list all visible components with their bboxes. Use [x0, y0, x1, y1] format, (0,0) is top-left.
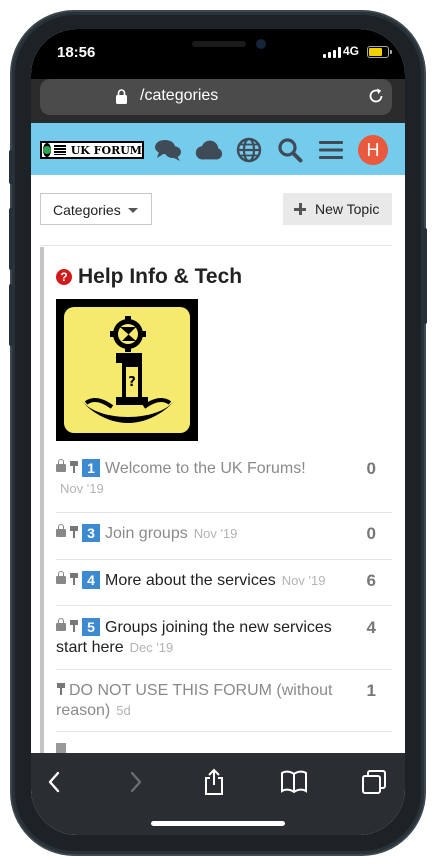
signal-icon — [323, 47, 341, 58]
next-topic-pin-icon — [56, 743, 66, 753]
topic-reply-count: 4 — [366, 618, 376, 637]
topic-date: Nov '19 — [193, 526, 238, 541]
topic-number-badge: 1 — [82, 458, 100, 477]
search-icon[interactable] — [275, 135, 305, 165]
category-logo-image: ? — [56, 299, 198, 441]
pin-icon — [69, 460, 79, 473]
categories-dropdown-label: Categories — [53, 202, 121, 218]
cloud-icon[interactable] — [193, 135, 223, 165]
category-color-bar — [40, 247, 44, 753]
topic-title-line: 4 More about the services Nov '19 — [56, 570, 392, 591]
topic-number-badge: 4 — [82, 570, 100, 589]
hamburger-menu-icon[interactable] — [316, 135, 346, 165]
lock-icon — [56, 617, 66, 631]
row-divider — [56, 559, 392, 560]
url-text: /categories — [140, 87, 219, 104]
share-icon[interactable] — [199, 767, 229, 797]
pin-icon — [69, 619, 79, 632]
topic-row-5[interactable]: 5 Groups joining the new services start h… — [56, 617, 392, 658]
user-avatar[interactable]: H — [358, 135, 388, 165]
topic-row-1[interactable]: 1 Welcome to the UK Forums! Nov '19 0 — [56, 458, 392, 496]
topic-row-3[interactable]: 3 Join groups Nov '19 0 — [56, 523, 392, 544]
topic-title[interactable]: More about the services — [105, 572, 276, 589]
topic-date: Dec '19 — [129, 640, 174, 655]
category-title: Help Info & Tech — [78, 265, 243, 288]
topic-reply-count: 0 — [366, 459, 376, 478]
category-heading[interactable]: ? Help Info & Tech — [56, 265, 242, 289]
topic-reply-count: 6 — [366, 571, 376, 590]
address-bar[interactable]: /categories — [40, 79, 392, 115]
pin-icon — [69, 572, 79, 585]
screen: 18:56 4G /categories UK FORUM H Categori… — [31, 29, 405, 835]
clock: 18:56 — [57, 44, 96, 61]
forward-icon[interactable] — [121, 767, 151, 797]
lock-icon — [56, 570, 66, 584]
topic-reply-count: 1 — [366, 681, 376, 700]
row-divider — [56, 512, 392, 513]
category-page: Categories New Topic ? Help Info & Tech — [31, 175, 405, 753]
topic-title-line: 3 Join groups Nov '19 — [56, 523, 392, 544]
status-bar: 18:56 4G — [31, 29, 405, 79]
svg-text:?: ? — [128, 375, 136, 390]
topic-date: 5d — [116, 703, 131, 718]
power-button — [423, 228, 427, 324]
question-circle-icon: ? — [56, 269, 72, 285]
topic-title[interactable]: Welcome to the UK Forums! — [105, 460, 306, 477]
topic-title-line: 5 Groups joining the new services start h… — [56, 617, 356, 658]
lock-icon — [56, 523, 66, 537]
network-type: 4G — [343, 44, 360, 58]
forum-header: UK FORUM H — [31, 123, 405, 175]
topic-date: Nov '19 — [60, 481, 104, 496]
categories-dropdown[interactable]: Categories — [40, 193, 152, 225]
topic-number-badge: 5 — [82, 617, 100, 636]
topic-number-badge: 3 — [82, 523, 100, 542]
notch — [118, 29, 318, 61]
topic-row-4[interactable]: 4 More about the services Nov '19 6 — [56, 570, 392, 591]
topic-row-dnu[interactable]: DO NOT USE THIS FORUM (without reason) 5d… — [56, 681, 392, 721]
browser-toolbar — [31, 753, 405, 835]
silent-switch — [9, 150, 13, 184]
row-divider — [56, 605, 392, 606]
new-topic-button[interactable]: New Topic — [283, 193, 392, 225]
lock-icon — [116, 89, 127, 104]
logo-text: UK FORUM — [70, 143, 142, 157]
volume-down-button — [9, 284, 13, 346]
topic-title[interactable]: DO NOT USE THIS FORUM (without reason) — [56, 682, 332, 719]
lock-icon — [56, 458, 66, 472]
tabs-icon[interactable] — [359, 767, 389, 797]
row-divider — [56, 731, 392, 732]
browser-chrome: /categories — [31, 79, 405, 123]
battery-icon — [367, 46, 392, 58]
new-topic-label: New Topic — [315, 201, 380, 217]
home-indicator — [151, 821, 285, 826]
globe-icon[interactable] — [234, 135, 264, 165]
row-divider — [56, 669, 392, 670]
divider — [40, 245, 392, 246]
bookmarks-icon[interactable] — [279, 767, 309, 797]
topic-title-line: DO NOT USE THIS FORUM (without reason) 5d — [56, 681, 356, 721]
reload-icon[interactable] — [367, 87, 385, 105]
topic-title-line: 1 Welcome to the UK Forums! — [56, 458, 392, 479]
chat-icon[interactable] — [153, 135, 183, 165]
back-icon[interactable] — [39, 767, 69, 797]
plus-icon — [294, 203, 306, 215]
caret-down-icon — [128, 208, 138, 213]
topic-reply-count: 0 — [366, 524, 376, 543]
volume-up-button — [9, 208, 13, 270]
camera-icon — [256, 39, 266, 49]
forum-logo[interactable]: UK FORUM — [40, 141, 144, 159]
topic-date: Nov '19 — [281, 573, 326, 588]
pin-icon — [56, 682, 66, 695]
pin-icon — [69, 525, 79, 538]
topic-title[interactable]: Join groups — [105, 525, 188, 542]
